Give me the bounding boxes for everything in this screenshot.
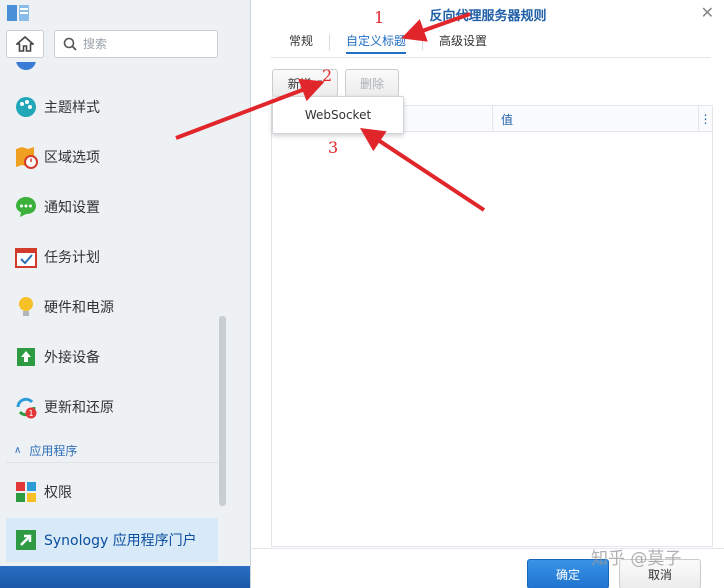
sidebar-item-label: 权限: [44, 485, 72, 501]
watermark: 知乎 @莫子: [591, 549, 682, 569]
tab-bar: 常规 自定义标题 高级设置: [271, 28, 711, 58]
chevron-up-icon: ∧: [14, 445, 22, 456]
section-applications[interactable]: ∧ 应用程序: [6, 439, 218, 463]
menu-item-websocket[interactable]: WebSocket: [305, 108, 371, 122]
app-portal-icon: [16, 530, 36, 550]
sidebar-item-label: 外接设备: [44, 350, 100, 366]
map-clock-icon: [16, 147, 38, 169]
home-button[interactable]: [6, 30, 44, 58]
info-center-icon: [16, 62, 36, 70]
sidebar-item-label: 任务计划: [44, 250, 100, 266]
tab-divider: [422, 34, 423, 50]
sidebar-item-label: 更新和还原: [44, 400, 114, 416]
sidebar-scrollbar[interactable]: [219, 316, 226, 506]
palette-icon: [16, 97, 36, 117]
tab-general[interactable]: 常规: [289, 32, 313, 54]
control-panel-sidebar: 主题样式 区域选项 通知设置 任务计划: [0, 0, 250, 588]
sidebar-list: 主题样式 区域选项 通知设置 任务计划 硬件和电源 外接设备 1 更新和还原 ∧…: [0, 62, 232, 588]
add-button-label: 新增: [287, 76, 312, 91]
home-icon: [16, 36, 34, 52]
sidebar-item-external-devices[interactable]: 外接设备: [6, 335, 218, 379]
sidebar-item-app-portal[interactable]: Synology 应用程序门户: [6, 518, 218, 562]
sidebar-item-hardware[interactable]: 硬件和电源: [6, 285, 218, 329]
add-menu-dropdown: WebSocket: [272, 96, 404, 134]
sidebar-item-update-restore[interactable]: 1 更新和还原: [6, 385, 218, 429]
header-table: 值 ⋮: [271, 105, 713, 547]
delete-button[interactable]: 删除: [345, 69, 399, 97]
tab-custom-header[interactable]: 自定义标题: [346, 32, 407, 54]
search-box[interactable]: [54, 30, 218, 58]
update-badge: 1: [28, 409, 33, 418]
taskbar: [0, 566, 250, 588]
section-label: 应用程序: [29, 444, 78, 458]
sidebar-item-label: Synology 应用程序门户: [44, 533, 197, 549]
dialog-title: 反向代理服务器规则: [429, 9, 547, 24]
annotation-number: 1: [374, 8, 385, 27]
sidebar-item-task-scheduler[interactable]: 任务计划: [6, 235, 218, 279]
column-menu-icon[interactable]: ⋮: [698, 106, 712, 132]
search-input[interactable]: [83, 37, 203, 51]
sidebar-item-label: 主题样式: [44, 100, 100, 116]
control-panel-app-icon: [7, 5, 29, 21]
close-icon[interactable]: ✕: [701, 3, 714, 22]
sidebar-item-privileges[interactable]: 权限: [6, 470, 218, 514]
sidebar-item-info-center[interactable]: [6, 62, 218, 82]
sidebar-item-label: 硬件和电源: [44, 300, 114, 316]
calendar-check-icon: [15, 248, 37, 268]
external-device-icon: [17, 348, 35, 366]
privileges-icon: [16, 482, 36, 502]
update-icon: 1: [16, 397, 37, 419]
sidebar-item-label: 通知设置: [44, 200, 100, 216]
sidebar-item-regional[interactable]: 区域选项: [6, 135, 218, 179]
sidebar-item-theme[interactable]: 主题样式: [6, 85, 218, 129]
tab-divider: [329, 34, 330, 50]
lightbulb-icon: [19, 297, 33, 316]
chat-bubble-icon: [16, 197, 36, 217]
sidebar-item-notification[interactable]: 通知设置: [6, 185, 218, 229]
annotation-number: 2: [322, 66, 333, 85]
search-icon: [63, 37, 77, 51]
column-header-value[interactable]: 值: [492, 106, 698, 132]
reverse-proxy-dialog: 反向代理服务器规则 ✕ 常规 自定义标题 高级设置 新增 ▾ 删除 值 ⋮ We…: [250, 0, 724, 588]
annotation-number: 3: [328, 138, 339, 157]
tab-advanced[interactable]: 高级设置: [439, 32, 487, 54]
sidebar-item-label: 区域选项: [44, 150, 100, 166]
